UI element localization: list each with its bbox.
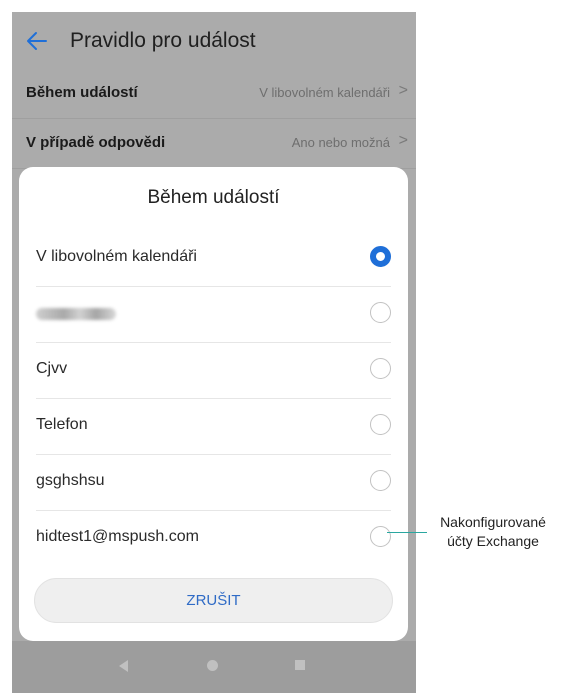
radio-icon[interactable] <box>370 302 391 323</box>
nav-back-icon[interactable] <box>119 660 128 672</box>
nav-home-icon[interactable] <box>207 660 218 671</box>
option-gsghshsu[interactable]: gsghshsu <box>36 454 391 511</box>
radio-selected-icon[interactable] <box>370 246 391 267</box>
radio-icon[interactable] <box>370 470 391 491</box>
option-label: Cjvv <box>36 360 68 377</box>
setting-value: Ano nebo možná <box>291 135 390 150</box>
setting-label: Během událostí <box>26 84 138 101</box>
setting-row-during-events[interactable]: Během událostí V libovolném kalendáři > <box>12 70 416 119</box>
setting-value: V libovolném kalendáři <box>259 85 390 100</box>
radio-icon[interactable] <box>370 414 391 435</box>
navigation-bar <box>12 641 416 693</box>
callout-leader-line <box>387 532 427 533</box>
nav-recent-icon[interactable] <box>295 660 305 670</box>
setting-label: V případě odpovědi <box>26 134 166 151</box>
setting-row-if-response[interactable]: V případě odpovědi Ano nebo možná > <box>12 120 416 169</box>
option-label: hidtest1@mspush.com <box>36 528 199 545</box>
blurred-account-name <box>36 308 116 320</box>
option-telefon[interactable]: Telefon <box>36 398 391 455</box>
option-label: Telefon <box>36 416 88 433</box>
option-label: V libovolném kalendáři <box>36 248 197 265</box>
phone-screen: Pravidlo pro událost Během událostí V li… <box>12 12 416 693</box>
page-title: Pravidlo pro událost <box>70 29 256 52</box>
app-bar: Pravidlo pro událost <box>12 12 416 72</box>
dialog-title: Během událostí <box>147 187 280 208</box>
back-arrow-icon[interactable] <box>22 26 52 56</box>
option-blurred-account[interactable] <box>36 286 391 343</box>
callout-line-1: Nakonfigurované <box>440 514 546 530</box>
chevron-right-icon: > <box>398 82 408 99</box>
calendar-picker-dialog: Během událostí V libovolném kalendáři Cj… <box>19 167 408 641</box>
chevron-right-icon: > <box>398 132 408 149</box>
callout-annotation: Nakonfigurované účty Exchange <box>428 513 558 551</box>
option-exchange-account[interactable]: hidtest1@mspush.com <box>36 510 391 566</box>
option-label: gsghshsu <box>36 472 105 489</box>
cancel-button[interactable]: ZRUŠIT <box>34 578 393 623</box>
callout-line-2: účty Exchange <box>447 533 539 549</box>
option-any-calendar[interactable]: V libovolném kalendáři <box>36 230 391 287</box>
radio-icon[interactable] <box>370 526 391 547</box>
option-cjvv[interactable]: Cjvv <box>36 342 391 399</box>
radio-icon[interactable] <box>370 358 391 379</box>
